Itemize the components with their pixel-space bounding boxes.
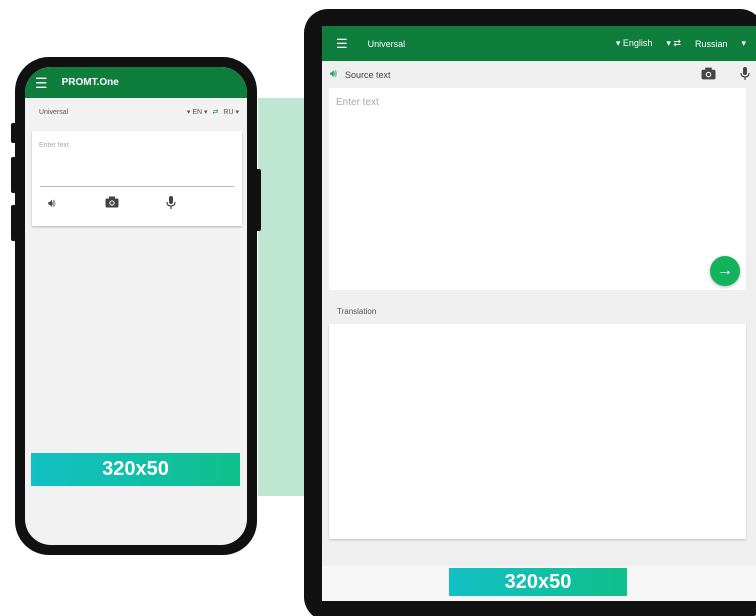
- mode-select[interactable]: Universal: [368, 39, 406, 49]
- phone-toolbar: Universal ▾ EN ▾ ⇄ RU ▾: [25, 98, 247, 126]
- translate-button[interactable]: →: [710, 256, 740, 286]
- swap-languages-icon[interactable]: ⇄: [213, 108, 219, 116]
- swap-languages-icon[interactable]: ▾ ⇄: [666, 38, 681, 49]
- overflow-menu-icon[interactable]: ▾: [741, 38, 746, 49]
- ad-banner[interactable]: 320x50: [449, 568, 627, 596]
- app-title: PROMT.One: [61, 77, 119, 88]
- tablet-device: ☰ Universal ▾ English ▾ ⇄ Russian ▾ 🔊︎ S…: [304, 9, 756, 616]
- speaker-icon[interactable]: 🔊︎: [330, 68, 337, 81]
- source-text-input[interactable]: Enter text: [39, 142, 69, 149]
- input-divider: [40, 186, 234, 187]
- source-placeholder: Enter text: [336, 97, 379, 108]
- target-language-select[interactable]: RU ▾: [223, 108, 239, 116]
- phone-power-button: [255, 169, 261, 231]
- phone-side-button: [11, 157, 17, 193]
- source-text-area[interactable]: Enter text →: [329, 88, 746, 290]
- source-toolbar: 🔊︎ Source text: [322, 61, 756, 88]
- target-language-select[interactable]: Russian: [695, 39, 728, 49]
- translation-label: Translation: [337, 307, 377, 316]
- ad-banner[interactable]: 320x50: [31, 453, 240, 486]
- source-actions: [701, 66, 750, 83]
- source-card: Enter text 🔊︎: [32, 131, 242, 226]
- source-label: Source text: [344, 69, 391, 80]
- source-language-select[interactable]: ▾ EN ▾: [187, 108, 208, 116]
- source-language-select[interactable]: ▾ English: [616, 38, 653, 49]
- tablet-app-bar: ☰ Universal ▾ English ▾ ⇄ Russian ▾: [322, 26, 756, 61]
- source-language-label: English: [622, 38, 653, 48]
- microphone-icon[interactable]: [740, 66, 750, 83]
- target-language-label: RU: [223, 109, 234, 116]
- menu-icon[interactable]: ☰: [336, 37, 348, 50]
- phone-screen: ☰ PROMT.One Universal ▾ EN ▾ ⇄ RU ▾ Ente…: [25, 67, 247, 545]
- phone-device: ☰ PROMT.One Universal ▾ EN ▾ ⇄ RU ▾ Ente…: [11, 57, 261, 555]
- microphone-icon[interactable]: [166, 196, 176, 212]
- menu-icon[interactable]: ☰: [35, 76, 48, 90]
- background-connector: [258, 98, 308, 496]
- phone-side-button: [11, 205, 17, 241]
- translation-area: [329, 324, 746, 539]
- mode-select[interactable]: Universal: [39, 109, 68, 116]
- arrow-right-icon: →: [717, 262, 733, 279]
- camera-icon[interactable]: [105, 196, 119, 211]
- source-language-label: EN: [192, 109, 203, 116]
- language-selector: ▾ English ▾ ⇄ Russian ▾: [616, 38, 746, 49]
- target-language-label: Russian: [694, 38, 728, 49]
- camera-icon[interactable]: [701, 67, 716, 83]
- tablet-screen: ☰ Universal ▾ English ▾ ⇄ Russian ▾ 🔊︎ S…: [322, 26, 756, 601]
- speaker-icon[interactable]: 🔊︎: [48, 196, 56, 211]
- phone-side-button: [11, 123, 17, 143]
- language-selector: ▾ EN ▾ ⇄ RU ▾: [187, 108, 239, 116]
- phone-app-bar: ☰ PROMT.One: [25, 67, 247, 98]
